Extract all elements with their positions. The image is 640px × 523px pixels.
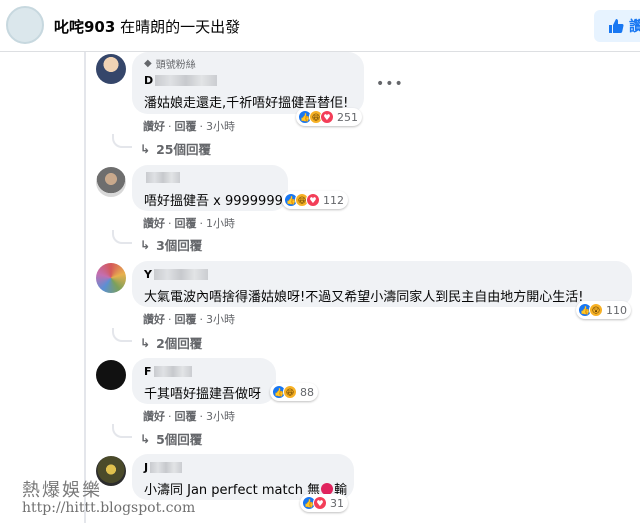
reply-button[interactable]: 回覆 bbox=[175, 120, 197, 133]
like-page-label: 讚 bbox=[629, 19, 640, 35]
avatar[interactable] bbox=[96, 54, 126, 84]
reply-button[interactable]: 回覆 bbox=[175, 217, 197, 230]
love-icon: ♥ bbox=[313, 496, 327, 510]
comment-actions: 讚好 · 回覆 · 1小時 bbox=[143, 217, 235, 230]
reaction-count: 112 bbox=[323, 193, 344, 207]
page-title: 叱咤903 在晴朗的一天出發 bbox=[54, 16, 240, 37]
reply-arrow-icon: ↳ bbox=[140, 335, 151, 350]
comment-actions: 讚好 · 回覆 · 3小時 bbox=[143, 410, 235, 423]
love-icon: ♥ bbox=[320, 110, 334, 124]
reaction-summary[interactable]: 👍 😆 ♥ 251 bbox=[296, 108, 362, 126]
comment-author[interactable]: D bbox=[144, 74, 218, 87]
like-comment-button[interactable]: 讚好 bbox=[143, 410, 165, 423]
gem-icon: ◆ bbox=[144, 58, 152, 69]
more-options-icon[interactable]: ••• bbox=[376, 76, 404, 92]
comment-actions: 讚好 · 回覆 · 3小時 bbox=[143, 313, 235, 326]
comment-bubble: Y 大氣電波內唔捨得潘姑娘呀!不過又希望小濤同家人到民主自由地方開心生活! bbox=[132, 261, 632, 307]
reaction-summary[interactable]: 👍 😆 ♥ 112 bbox=[282, 191, 348, 209]
haha-icon: 😆 bbox=[283, 385, 297, 399]
comment-text: 千其唔好搵建吾做呀 bbox=[144, 387, 262, 402]
reply-connector bbox=[112, 328, 132, 342]
reply-connector bbox=[112, 424, 132, 438]
reaction-summary[interactable]: 👍 😆 88 bbox=[270, 383, 318, 401]
post-header: 叱咤903 在晴朗的一天出發 讚 bbox=[0, 0, 640, 52]
view-replies-button[interactable]: ↳ 25個回覆 bbox=[140, 139, 211, 158]
like-comment-button[interactable]: 讚好 bbox=[143, 120, 165, 133]
comment-bubble: 唔好搵健吾 x 9999999 bbox=[132, 165, 288, 211]
comment-author[interactable]: J bbox=[144, 461, 183, 474]
thread-line bbox=[84, 52, 86, 523]
reaction-summary[interactable]: 👍 😮 110 bbox=[576, 301, 631, 319]
comment-bubble: ◆ 頭號粉絲 D 潘姑娘走還走,千祈唔好搵健吾替佢! bbox=[132, 52, 364, 114]
comment-time[interactable]: 1小時 bbox=[206, 217, 235, 230]
reply-arrow-icon: ↳ bbox=[140, 141, 151, 156]
reply-arrow-icon: ↳ bbox=[140, 431, 151, 446]
reaction-count: 251 bbox=[337, 110, 358, 124]
like-page-button[interactable]: 讚 bbox=[594, 10, 640, 42]
reply-button[interactable]: 回覆 bbox=[175, 313, 197, 326]
post-title: 在晴朗的一天出發 bbox=[120, 18, 241, 36]
comment-text: 唔好搵健吾 x 9999999 bbox=[144, 194, 283, 209]
like-comment-button[interactable]: 讚好 bbox=[143, 217, 165, 230]
love-icon: ♥ bbox=[306, 193, 320, 207]
comment-time[interactable]: 3小時 bbox=[206, 313, 235, 326]
comment-time[interactable]: 3小時 bbox=[206, 120, 235, 133]
comment-author[interactable] bbox=[144, 172, 180, 183]
like-comment-button[interactable]: 讚好 bbox=[143, 313, 165, 326]
comment-author[interactable]: F bbox=[144, 365, 192, 378]
comment-actions: 讚好 · 回覆 · 3小時 bbox=[143, 120, 235, 133]
comment-time[interactable]: 3小時 bbox=[206, 410, 235, 423]
page-name[interactable]: 叱咤903 bbox=[54, 18, 115, 36]
reply-connector bbox=[112, 230, 132, 244]
avatar[interactable] bbox=[96, 167, 126, 197]
view-replies-button[interactable]: ↳ 5個回覆 bbox=[140, 429, 202, 448]
page-avatar[interactable] bbox=[6, 6, 44, 44]
view-replies-button[interactable]: ↳ 3個回覆 bbox=[140, 235, 202, 254]
reaction-count: 110 bbox=[606, 303, 627, 317]
watermark-url: http://hittt.blogspot.com bbox=[22, 500, 196, 516]
reaction-count: 88 bbox=[300, 385, 314, 399]
avatar[interactable] bbox=[96, 263, 126, 293]
comment-author[interactable]: Y bbox=[144, 268, 208, 281]
reply-connector bbox=[112, 134, 132, 148]
comment-text: 大氣電波內唔捨得潘姑娘呀!不過又希望小濤同家人到民主自由地方開心生活! bbox=[144, 290, 584, 305]
view-replies-button[interactable]: ↳ 2個回覆 bbox=[140, 333, 202, 352]
watermark-title: 熱爆娛樂 bbox=[22, 480, 102, 501]
reply-button[interactable]: 回覆 bbox=[175, 410, 197, 423]
reaction-count: 31 bbox=[330, 496, 344, 510]
top-fan-badge[interactable]: ◆ 頭號粉絲 bbox=[144, 56, 196, 71]
avatar[interactable] bbox=[96, 360, 126, 390]
comment-bubble: F 千其唔好搵建吾做呀 bbox=[132, 358, 276, 404]
reaction-summary[interactable]: 👍 ♥ 31 bbox=[300, 494, 348, 512]
reply-arrow-icon: ↳ bbox=[140, 237, 151, 252]
like-thumb-icon bbox=[609, 19, 624, 33]
haha-icon: 😮 bbox=[589, 303, 603, 317]
